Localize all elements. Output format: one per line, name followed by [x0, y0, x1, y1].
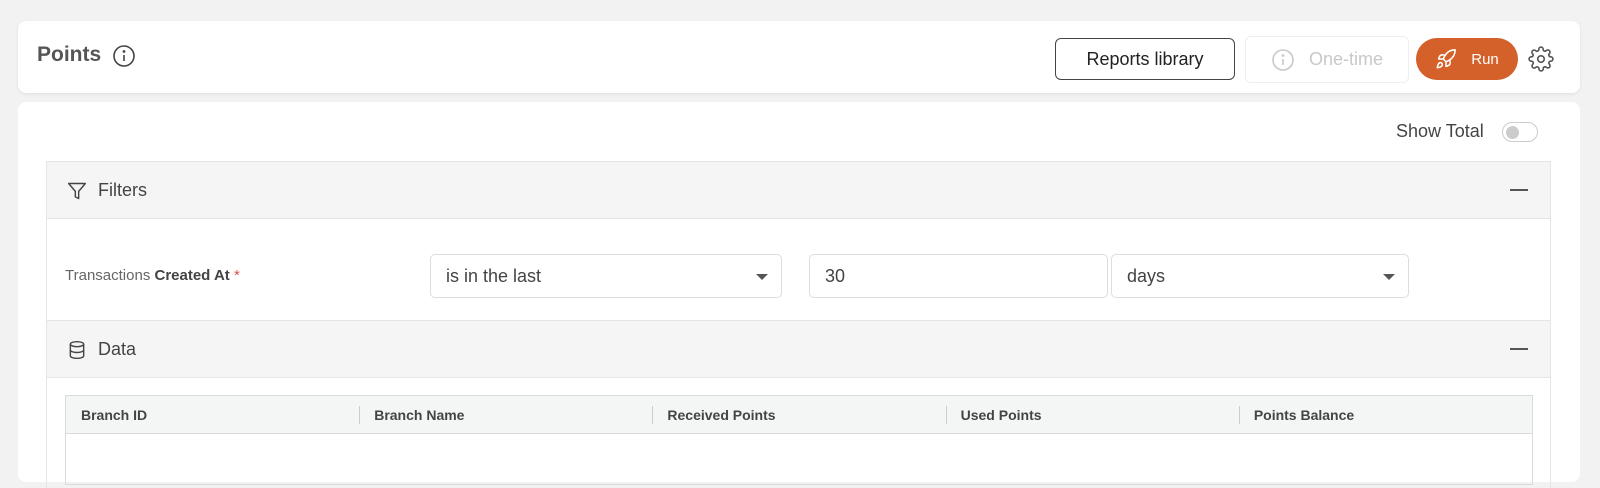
one-time-button[interactable]: One-time: [1245, 36, 1409, 83]
table-header: Branch ID Branch Name Received Points Us…: [66, 396, 1532, 434]
filter-entity: Transactions: [65, 267, 151, 284]
unit-value: days: [1127, 266, 1166, 286]
filter-icon: [67, 182, 87, 200]
data-table: Branch ID Branch Name Received Points Us…: [65, 395, 1533, 485]
filters-section-body: Transactions Created At * is in the last…: [46, 219, 1551, 323]
minus-icon[interactable]: [1510, 348, 1528, 350]
database-icon: [69, 340, 85, 360]
reports-library-button[interactable]: Reports library: [1055, 38, 1235, 80]
page-title: Points: [37, 43, 102, 66]
one-time-label: One-time: [1308, 49, 1384, 69]
caret-down-icon: [756, 274, 768, 280]
data-section-body: Branch ID Branch Name Received Points Us…: [46, 378, 1551, 488]
minus-icon[interactable]: [1510, 189, 1528, 191]
data-section-header[interactable]: Data: [46, 320, 1551, 378]
value-text: 30: [825, 266, 846, 286]
report-header: Points Reports library One-time Run: [18, 21, 1580, 93]
operator-select[interactable]: is in the last: [430, 254, 782, 298]
column-header[interactable]: Points Balance: [1238, 396, 1532, 433]
column-header[interactable]: Branch ID: [66, 396, 359, 433]
run-button[interactable]: Run: [1416, 38, 1518, 80]
rocket-icon: [1436, 49, 1457, 69]
unit-select[interactable]: days: [1111, 254, 1409, 298]
caret-down-icon: [1383, 274, 1395, 280]
show-total-toggle[interactable]: [1502, 122, 1538, 142]
filter-field: Created At: [154, 267, 230, 284]
column-header[interactable]: Received Points: [652, 396, 945, 433]
column-header[interactable]: Used Points: [945, 396, 1239, 433]
info-icon: [1272, 48, 1294, 71]
report-body: Show Total Filters Transactions Created …: [18, 102, 1580, 488]
value-input[interactable]: 30: [809, 254, 1108, 298]
operator-value: is in the last: [446, 266, 542, 286]
column-header[interactable]: Branch Name: [359, 396, 652, 433]
filters-section-header[interactable]: Filters: [46, 161, 1551, 219]
filter-field-label: Transactions Created At *: [65, 267, 240, 284]
filters-section-label: Filters: [98, 180, 147, 200]
show-total-label: Show Total: [1396, 121, 1484, 141]
run-label: Run: [1471, 50, 1499, 68]
required-marker: *: [233, 267, 240, 284]
data-section-label: Data: [98, 339, 137, 359]
info-icon[interactable]: [112, 44, 136, 68]
gear-icon[interactable]: [1528, 46, 1554, 72]
